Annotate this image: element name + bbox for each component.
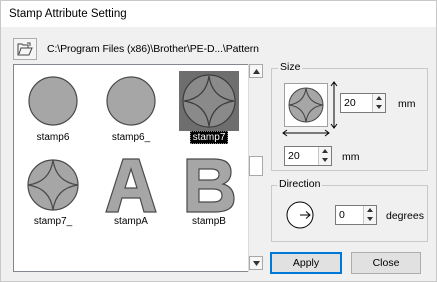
stamp-thumbnail-circle-star <box>27 159 79 211</box>
scroll-thumb[interactable] <box>249 156 263 176</box>
spin-down-icon <box>376 105 382 109</box>
width-spin-arrows <box>318 147 331 165</box>
list-scrollbar[interactable] <box>248 64 263 272</box>
height-decrement-button[interactable] <box>373 103 385 112</box>
list-item-stampB[interactable]: stampB <box>174 151 244 227</box>
stamp-thumbnail-circle <box>28 76 78 126</box>
stamp-attribute-dialog: Stamp Attribute Setting C:\Program Files… <box>0 0 437 282</box>
list-item-stamp6[interactable]: stamp6 <box>18 67 88 143</box>
apply-button[interactable]: Apply <box>270 252 342 274</box>
height-value: 20 <box>344 97 356 109</box>
spin-up-icon <box>376 96 382 100</box>
stamp-thumbnail-circle-star <box>179 71 239 131</box>
direction-spin-arrows <box>363 206 376 224</box>
stamp-label: stamp6_ <box>111 132 151 143</box>
scroll-down-button[interactable] <box>249 256 263 270</box>
height-unit: mm <box>398 98 416 110</box>
stamp-thumbnail-circle <box>106 76 156 126</box>
stamp-label: stamp6 <box>36 132 70 143</box>
direction-value: 0 <box>339 209 345 221</box>
height-increment-button[interactable] <box>373 94 385 103</box>
open-folder-icon <box>17 42 33 56</box>
size-group-label: Size <box>278 61 303 73</box>
stamp-label-selected: stamp7 <box>174 131 244 144</box>
stamp-label: stamp7_ <box>33 216 73 227</box>
open-folder-button[interactable] <box>13 38 37 60</box>
folder-path: C:\Program Files (x86)\Brother\PE-D...\P… <box>47 43 259 55</box>
spin-up-icon <box>322 149 328 153</box>
stamp-thumbnail-letter-b <box>186 158 235 213</box>
size-preview-stamp <box>288 87 324 123</box>
window-title: Stamp Attribute Setting <box>9 8 127 20</box>
scroll-up-button[interactable] <box>249 64 263 78</box>
width-unit: mm <box>342 151 360 163</box>
spin-down-icon <box>322 158 328 162</box>
direction-group-label: Direction <box>277 178 323 190</box>
scroll-up-arrow-icon <box>253 69 260 74</box>
stamp-list[interactable]: stamp6 stamp6_ stamp7 stamp7_ stampA sta… <box>13 64 263 272</box>
list-item-stamp7-underscore[interactable]: stamp7_ <box>18 151 88 227</box>
height-spin-arrows <box>372 94 385 112</box>
list-item-stamp6-underscore[interactable]: stamp6_ <box>96 67 166 143</box>
stamp-label: stampA <box>114 216 148 227</box>
scroll-down-arrow-icon <box>253 261 260 266</box>
spin-up-icon <box>367 208 373 212</box>
width-decrement-button[interactable] <box>319 156 331 165</box>
width-spinbox[interactable]: 20 <box>284 146 332 166</box>
size-preview <box>284 83 328 127</box>
direction-spinbox[interactable]: 0 <box>335 205 377 225</box>
list-item-stampA[interactable]: stampA <box>96 151 166 227</box>
height-spinbox[interactable]: 20 <box>340 93 386 113</box>
list-item-stamp7[interactable]: stamp7 <box>174 67 244 144</box>
width-increment-button[interactable] <box>319 147 331 156</box>
stamp-label: stampB <box>192 216 226 227</box>
stamp-thumbnail-letter-a <box>105 158 157 213</box>
direction-dial-icon[interactable] <box>285 200 315 230</box>
spin-down-icon <box>367 217 373 221</box>
title-bar: Stamp Attribute Setting <box>1 1 436 27</box>
width-value: 20 <box>288 150 300 162</box>
direction-decrement-button[interactable] <box>364 215 376 224</box>
width-arrow-icon <box>282 129 330 137</box>
direction-unit: degrees <box>386 210 424 222</box>
direction-increment-button[interactable] <box>364 206 376 215</box>
close-button[interactable]: Close <box>351 252 421 274</box>
height-arrow-icon <box>330 81 338 129</box>
